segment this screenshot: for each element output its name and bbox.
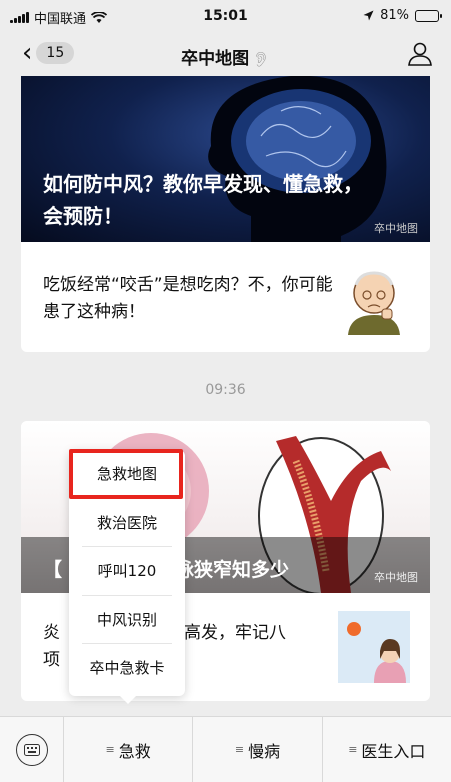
location-arrow-icon bbox=[363, 10, 374, 21]
highlight-box bbox=[69, 449, 183, 499]
tab-doctor-entry-label: 医生入口 bbox=[361, 741, 426, 761]
article-item[interactable]: 吃饭经常“咬舌”是想吃肉？不，你可能患了这种病！ bbox=[21, 246, 430, 352]
tab-emergency-label: 急救 bbox=[118, 741, 151, 761]
profile-icon[interactable] bbox=[407, 41, 433, 67]
article-title-right: 高发，牢记八 bbox=[184, 623, 286, 643]
keyboard-toggle-button[interactable] bbox=[0, 717, 64, 782]
article-title: 吃饭经常“咬舌”是想吃肉？不，你可能患了这种病！ bbox=[43, 275, 333, 322]
article-banner-title: 如何防中风？教你早发现、懂急救，会预防！ bbox=[43, 172, 363, 228]
nav-bar: ‹ 15 卒中地图 👂︎ bbox=[0, 32, 451, 76]
menu-lines-icon: ≡ bbox=[348, 743, 358, 756]
menu-item-stroke-recognition[interactable]: 中风识别 bbox=[82, 596, 172, 644]
article-title-line2: 项 bbox=[43, 650, 60, 670]
article-banner-title-right: 脉狭窄知多少 bbox=[175, 559, 290, 581]
menu-item-call-120[interactable]: 呼叫120 bbox=[82, 547, 172, 596]
tab-emergency[interactable]: ≡ 急救 bbox=[64, 717, 194, 782]
keyboard-icon bbox=[15, 733, 48, 766]
sun-girl-thumbnail bbox=[338, 611, 410, 683]
status-right: 81% bbox=[363, 8, 442, 23]
battery-percent: 81% bbox=[380, 8, 409, 23]
bottom-menu-bar: ≡ 急救 ≡ 慢病 ≡ 医生入口 bbox=[0, 716, 451, 782]
page-title-text: 卒中地图 bbox=[181, 49, 250, 69]
page-title: 卒中地图 👂︎ bbox=[0, 44, 451, 69]
article-banner: 如何防中风？教你早发现、懂急救，会预防！ 卒中地图 bbox=[21, 76, 430, 242]
menu-lines-icon: ≡ bbox=[105, 743, 115, 756]
menu-item-treatment-hospitals[interactable]: 救治医院 bbox=[82, 499, 172, 547]
article-banner-title-left: 【 bbox=[43, 559, 63, 581]
tab-chronic-disease[interactable]: ≡ 慢病 bbox=[193, 717, 323, 782]
message-timestamp: 09:36 bbox=[205, 382, 246, 398]
battery-icon bbox=[415, 9, 442, 22]
menu-item-stroke-emergency-card[interactable]: 卒中急救卡 bbox=[82, 644, 172, 693]
tab-chronic-disease-label: 慢病 bbox=[248, 741, 281, 761]
elderly-man-thumbnail bbox=[338, 263, 410, 335]
status-bar: 中国联通 15:01 81% bbox=[0, 0, 451, 32]
tab-doctor-entry[interactable]: ≡ 医生入口 bbox=[323, 717, 451, 782]
watermark-label: 卒中地图 bbox=[374, 571, 418, 584]
watermark-label: 卒中地图 bbox=[374, 222, 418, 235]
article-card[interactable]: 如何防中风？教你早发现、懂急救，会预防！ 卒中地图 吃饭经常“咬舌”是想吃肉？不… bbox=[21, 76, 430, 352]
menu-lines-icon: ≡ bbox=[234, 743, 245, 756]
popup-arrow bbox=[120, 696, 136, 704]
article-title-left: 炎 bbox=[43, 623, 60, 643]
ear-icon: 👂︎ bbox=[252, 52, 270, 68]
